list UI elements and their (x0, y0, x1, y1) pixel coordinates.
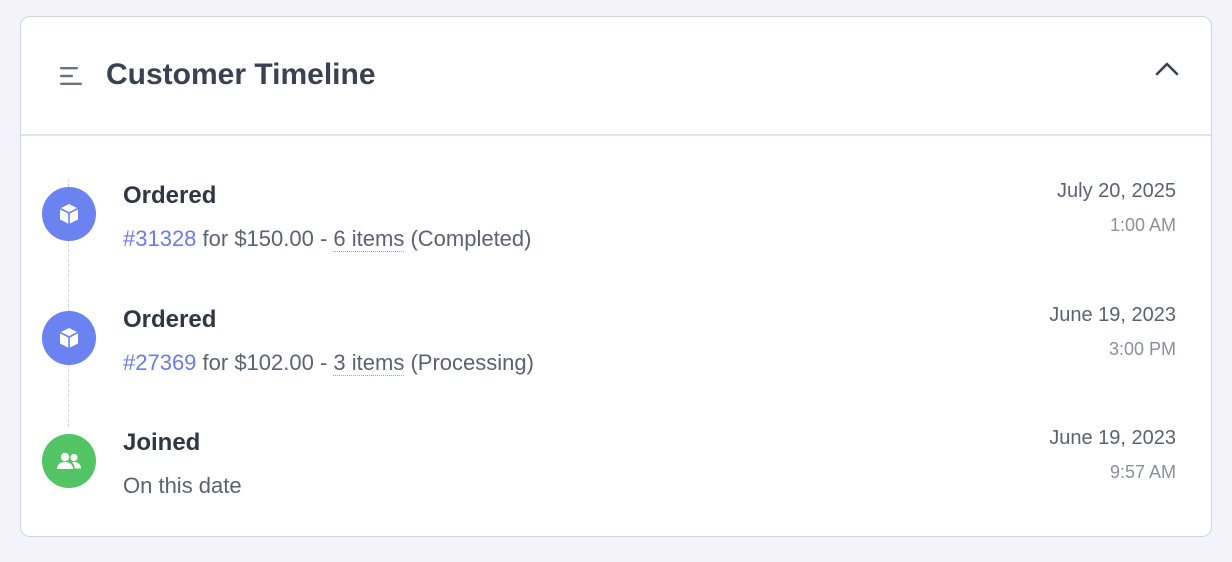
order-link[interactable]: #27369 (123, 350, 196, 375)
event-time: 1:00 AM (1109, 215, 1176, 235)
order-status: (Completed) (404, 226, 532, 251)
order-amount: for $102.00 - (196, 350, 334, 375)
package-icon (42, 187, 96, 241)
order-status: (Processing) (404, 350, 534, 375)
event-title: Ordered (123, 182, 217, 209)
timeline: Ordered #31328 for $150.00 - 6 items (Co… (21, 136, 1211, 536)
items-link[interactable]: 6 items (333, 226, 405, 252)
chevron-up-icon (1154, 61, 1180, 82)
event-date: June 19, 2023 (1049, 304, 1176, 326)
event-date: July 20, 2025 (1057, 180, 1176, 202)
users-icon (42, 434, 96, 488)
event-date: June 19, 2023 (1049, 427, 1176, 449)
items-link[interactable]: 3 items (333, 350, 405, 376)
order-amount: for $150.00 - (196, 226, 334, 251)
order-link[interactable]: #31328 (123, 226, 196, 251)
event-time: 3:00 PM (1108, 339, 1176, 359)
event-description: #31328 for $150.00 - 6 items (Completed) (123, 226, 531, 252)
list-icon (58, 66, 84, 86)
event-description: On this date (123, 473, 242, 498)
event-time: 9:57 AM (1109, 462, 1176, 482)
collapse-button[interactable] (1143, 53, 1191, 89)
event-title: Joined (123, 429, 201, 456)
card-header: Customer Timeline (21, 17, 1211, 136)
event-description: #27369 for $102.00 - 3 items (Processing… (123, 350, 534, 376)
package-icon (42, 311, 96, 365)
customer-timeline-card: Customer Timeline Ordered #31328 for $15… (20, 16, 1212, 537)
event-title: Ordered (123, 306, 217, 333)
card-title: Customer Timeline (106, 58, 376, 91)
